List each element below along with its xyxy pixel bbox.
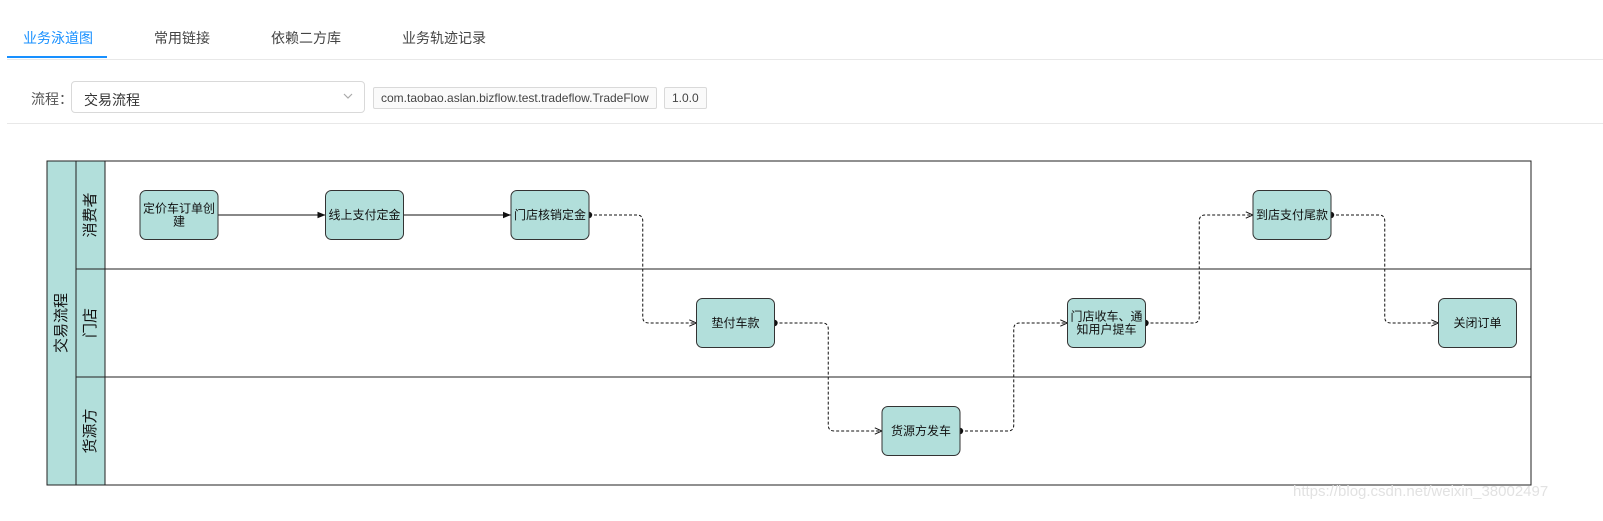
node-label: 建 xyxy=(173,215,185,229)
lane-label-store: 门店 xyxy=(82,308,99,338)
node-label: 知用户提车 xyxy=(1076,322,1136,337)
process-node[interactable]: 门店核销定金 xyxy=(510,190,590,240)
process-node[interactable]: 关闭订单 xyxy=(1438,298,1517,348)
process-node[interactable]: 到店支付尾款 xyxy=(1252,190,1332,240)
node-label: 到店支付尾款 xyxy=(1256,208,1328,222)
pool-label: 交易流程 xyxy=(52,293,70,353)
process-node[interactable]: 线上支付定金 xyxy=(325,190,404,240)
lane-label-consumer: 消费者 xyxy=(82,192,99,237)
lane-label-supplier: 货源方 xyxy=(82,408,99,453)
node-label: 关闭订单 xyxy=(1453,316,1501,330)
process-node[interactable]: 门店收车、通知用户提车 xyxy=(1067,298,1146,348)
node-label: 线上支付定金 xyxy=(328,207,400,222)
process-node[interactable]: 定价车订单创建 xyxy=(139,190,219,240)
process-node[interactable]: 垫付车款 xyxy=(696,298,775,348)
node-label: 门店核销定金 xyxy=(514,207,586,222)
watermark: https://blog.csdn.net/weixin_38002497 xyxy=(1293,483,1549,500)
node-label: 门店收车、通 xyxy=(1070,309,1142,324)
node-label: 垫付车款 xyxy=(711,315,759,330)
swimlane-diagram: 交易流程 消费者门店货源方 定价车订单创建 线上支付定金 门店核销定金垫付车款货源方发… xyxy=(46,160,1532,486)
node-label: 货源方发车 xyxy=(891,423,951,438)
node-label: 定价车订单创 xyxy=(143,201,215,216)
process-node[interactable]: 货源方发车 xyxy=(881,406,961,456)
